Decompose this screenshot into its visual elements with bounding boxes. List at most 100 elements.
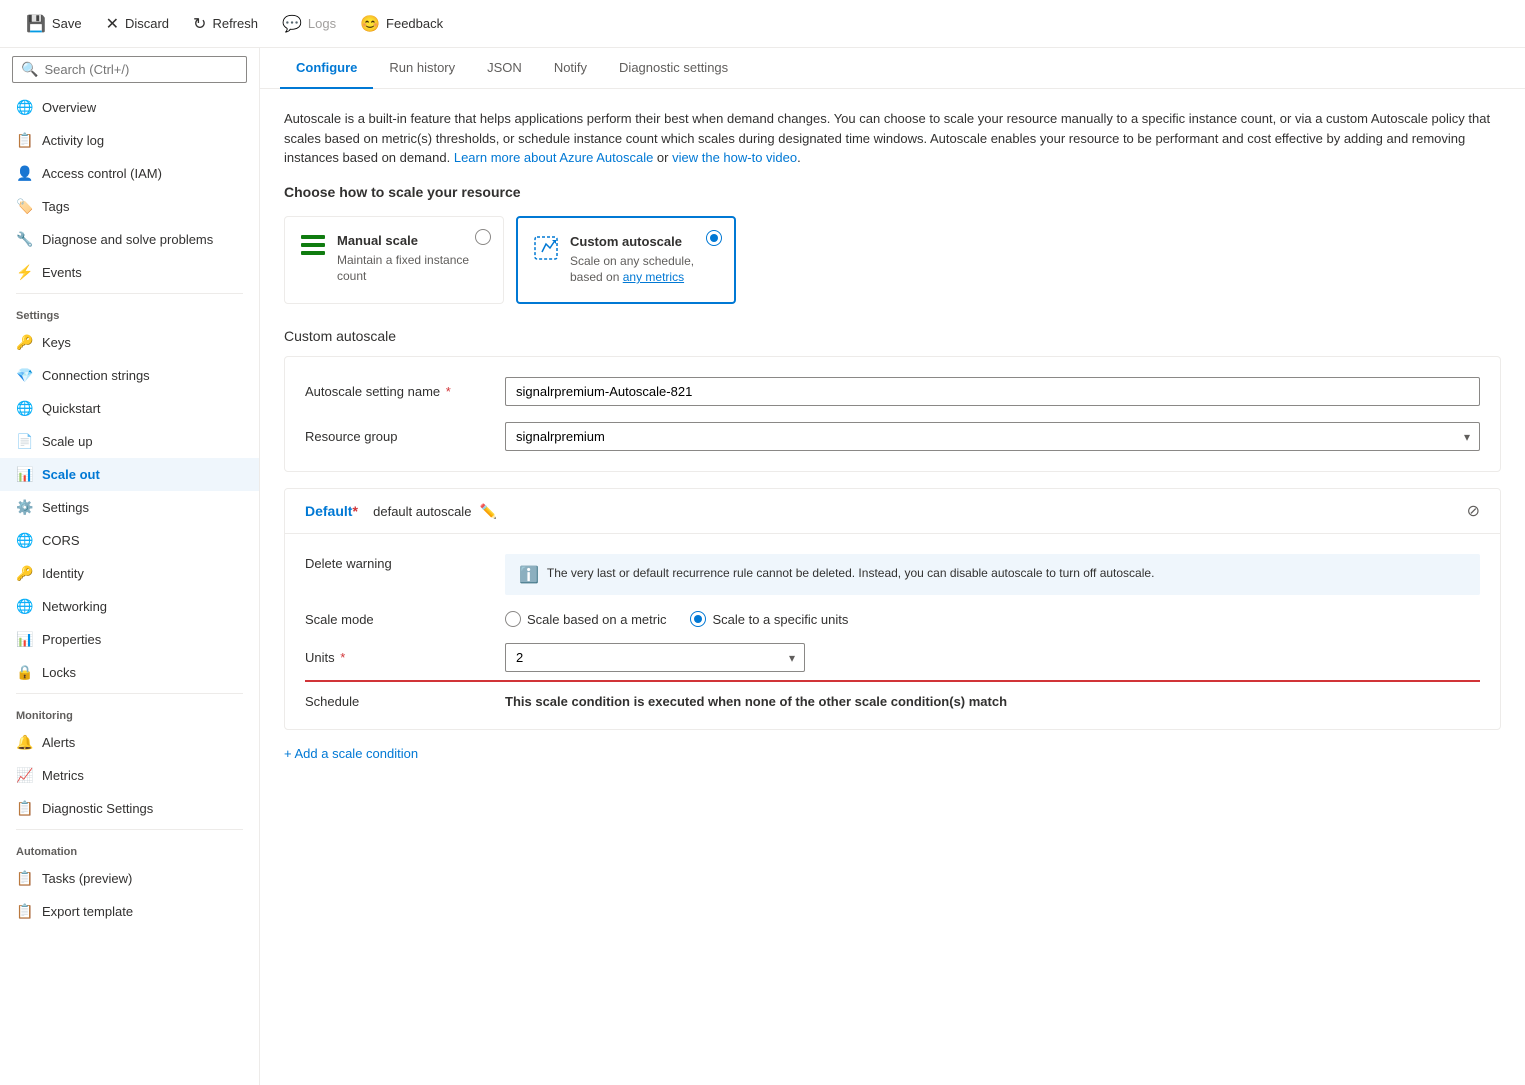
diagnostic-settings-icon: 📋 xyxy=(16,800,32,817)
scale-cards: Manual scale Maintain a fixed instance c… xyxy=(284,216,1501,305)
metrics-icon: 📈 xyxy=(16,767,32,784)
warning-row: Delete warning ℹ️ The very last or defau… xyxy=(305,554,1480,595)
sidebar-item-connection-strings[interactable]: 💎 Connection strings xyxy=(0,359,259,392)
scale-units-radio[interactable] xyxy=(690,611,706,627)
sidebar-item-tags[interactable]: 🏷️ Tags xyxy=(0,190,259,223)
warning-label: Delete warning xyxy=(305,554,505,571)
scale-mode-label: Scale mode xyxy=(305,612,505,627)
sidebar-item-properties[interactable]: 📊 Properties xyxy=(0,623,259,656)
activity-log-icon: 📋 xyxy=(16,132,32,149)
scale-units-label: Scale to a specific units xyxy=(712,612,848,627)
feedback-label: Feedback xyxy=(386,16,443,31)
sidebar-item-label: Events xyxy=(42,265,82,280)
schedule-row: Schedule This scale condition is execute… xyxy=(305,694,1480,709)
refresh-button[interactable]: ↻ Refresh xyxy=(183,8,268,40)
default-header-left: Default* default autoscale ✏️ xyxy=(305,503,497,520)
feedback-button[interactable]: 😊 Feedback xyxy=(350,8,453,40)
overview-icon: 🌐 xyxy=(16,99,32,116)
scale-metric-label: Scale based on a metric xyxy=(527,612,666,627)
units-select[interactable]: 1 2 3 4 5 xyxy=(505,643,805,672)
resource-group-label: Resource group xyxy=(305,429,505,444)
tab-notify[interactable]: Notify xyxy=(538,48,603,89)
save-icon: 💾 xyxy=(26,14,46,34)
learn-more-link[interactable]: Learn more about Azure Autoscale xyxy=(454,150,653,165)
manual-scale-title: Manual scale xyxy=(337,233,487,248)
scale-metric-radio[interactable] xyxy=(505,611,521,627)
sidebar-item-diagnostic-settings[interactable]: 📋 Diagnostic Settings xyxy=(0,792,259,825)
sidebar-item-events[interactable]: ⚡ Events xyxy=(0,256,259,289)
alerts-icon: 🔔 xyxy=(16,734,32,751)
tab-diagnostic-settings[interactable]: Diagnostic settings xyxy=(603,48,744,89)
tab-json[interactable]: JSON xyxy=(471,48,538,89)
sidebar-item-label: Export template xyxy=(42,904,133,919)
sidebar-item-alerts[interactable]: 🔔 Alerts xyxy=(0,726,259,759)
custom-autoscale-radio[interactable] xyxy=(706,230,722,246)
delete-icon[interactable]: ⊘ xyxy=(1467,501,1480,521)
sidebar-item-export-template[interactable]: 📋 Export template xyxy=(0,895,259,928)
refresh-label: Refresh xyxy=(212,16,258,31)
scale-up-icon: 📄 xyxy=(16,433,32,450)
sidebar-item-label: Overview xyxy=(42,100,96,115)
custom-autoscale-title: Custom autoscale xyxy=(570,234,718,249)
sidebar-item-label: Connection strings xyxy=(42,368,150,383)
sidebar-item-locks[interactable]: 🔒 Locks xyxy=(0,656,259,689)
export-template-icon: 📋 xyxy=(16,903,32,920)
sidebar-item-scale-up[interactable]: 📄 Scale up xyxy=(0,425,259,458)
locks-icon: 🔒 xyxy=(16,664,32,681)
scale-mode-row: Scale mode Scale based on a metric Scale… xyxy=(305,611,1480,627)
sidebar-item-label: Tasks (preview) xyxy=(42,871,132,886)
save-button[interactable]: 💾 Save xyxy=(16,8,92,40)
search-box[interactable]: 🔍 xyxy=(12,56,247,83)
scale-units-option[interactable]: Scale to a specific units xyxy=(690,611,848,627)
sidebar-item-cors[interactable]: 🌐 CORS xyxy=(0,524,259,557)
discard-icon: ✕ xyxy=(106,14,119,34)
autoscale-settings-form: Autoscale setting name * Resource group … xyxy=(284,356,1501,472)
sidebar-item-keys[interactable]: 🔑 Keys xyxy=(0,326,259,359)
sidebar-item-networking[interactable]: 🌐 Networking xyxy=(0,590,259,623)
sidebar-item-label: Settings xyxy=(42,500,89,515)
logs-button[interactable]: 💬 Logs xyxy=(272,8,346,40)
add-scale-condition-button[interactable]: + Add a scale condition xyxy=(284,746,1501,761)
sidebar-item-label: Scale out xyxy=(42,467,100,482)
manual-scale-radio[interactable] xyxy=(475,229,491,245)
resource-group-row: Resource group signalrpremium ▾ xyxy=(305,422,1480,451)
identity-icon: 🔑 xyxy=(16,565,32,582)
resource-group-select[interactable]: signalrpremium xyxy=(505,422,1480,451)
sidebar-item-quickstart[interactable]: 🌐 Quickstart xyxy=(0,392,259,425)
default-title: Default* xyxy=(305,503,358,519)
sidebar-item-label: Diagnostic Settings xyxy=(42,801,153,816)
edit-icon[interactable]: ✏️ xyxy=(479,503,496,520)
sidebar-item-tasks[interactable]: 📋 Tasks (preview) xyxy=(0,862,259,895)
search-input[interactable] xyxy=(44,62,238,77)
custom-autoscale-card[interactable]: Custom autoscale Scale on any schedule, … xyxy=(516,216,736,305)
diagnose-icon: 🔧 xyxy=(16,231,32,248)
discard-button[interactable]: ✕ Discard xyxy=(96,8,179,40)
sidebar-item-settings[interactable]: ⚙️ Settings xyxy=(0,491,259,524)
tab-configure[interactable]: Configure xyxy=(280,48,373,89)
info-text: Autoscale is a built-in feature that hel… xyxy=(284,109,1501,168)
networking-icon: 🌐 xyxy=(16,598,32,615)
sidebar-item-access-control[interactable]: 👤 Access control (IAM) xyxy=(0,157,259,190)
sidebar-item-scale-out[interactable]: 📊 Scale out xyxy=(0,458,259,491)
properties-icon: 📊 xyxy=(16,631,32,648)
custom-autoscale-icon xyxy=(534,236,558,263)
manual-scale-desc: Maintain a fixed instance count xyxy=(337,252,487,286)
discard-label: Discard xyxy=(125,16,169,31)
section-heading: Choose how to scale your resource xyxy=(284,184,1501,200)
sidebar-item-label: Properties xyxy=(42,632,101,647)
units-label: Units * xyxy=(305,650,505,665)
view-video-link[interactable]: view the how-to video xyxy=(672,150,797,165)
sidebar-item-label: Networking xyxy=(42,599,107,614)
manual-scale-card[interactable]: Manual scale Maintain a fixed instance c… xyxy=(284,216,504,305)
sidebar-item-overview[interactable]: 🌐 Overview xyxy=(0,91,259,124)
sidebar-item-metrics[interactable]: 📈 Metrics xyxy=(0,759,259,792)
sidebar-item-identity[interactable]: 🔑 Identity xyxy=(0,557,259,590)
setting-name-input[interactable] xyxy=(505,377,1480,406)
scale-metric-option[interactable]: Scale based on a metric xyxy=(505,611,666,627)
any-metrics-link[interactable]: any metrics xyxy=(623,270,684,284)
tab-run-history[interactable]: Run history xyxy=(373,48,471,89)
cors-icon: 🌐 xyxy=(16,532,32,549)
sidebar-item-diagnose[interactable]: 🔧 Diagnose and solve problems xyxy=(0,223,259,256)
quickstart-icon: 🌐 xyxy=(16,400,32,417)
sidebar-item-activity-log[interactable]: 📋 Activity log xyxy=(0,124,259,157)
